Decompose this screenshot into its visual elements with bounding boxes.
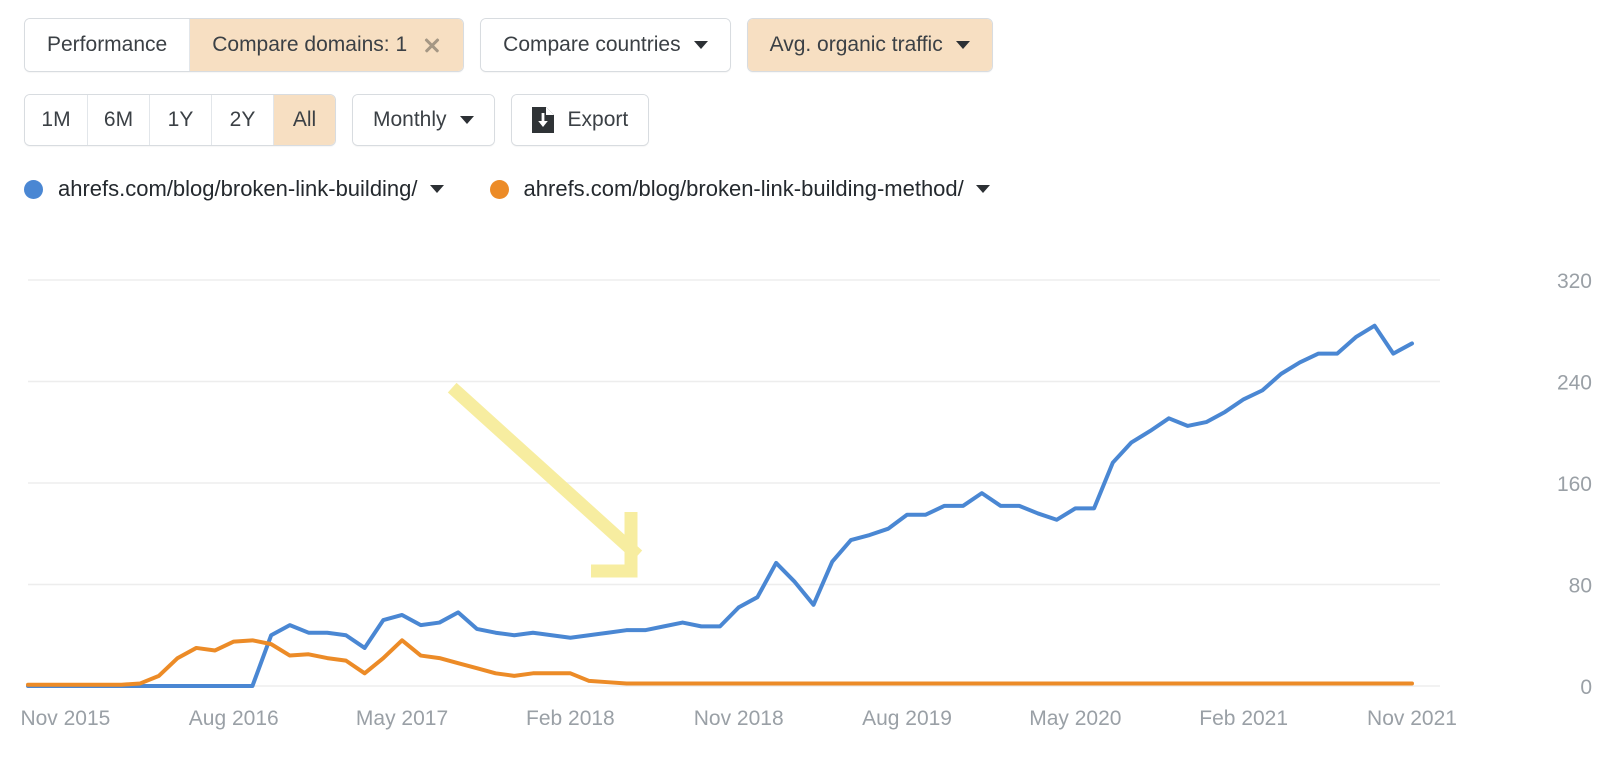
range-button-all[interactable]: All — [273, 95, 335, 145]
chart-series — [28, 326, 1412, 686]
granularity-select[interactable]: Monthly — [353, 95, 494, 145]
y-axis-tick-label: 240 — [1557, 372, 1592, 395]
x-axis-tick-label: Feb 2018 — [526, 707, 615, 730]
x-axis-tick-label: Nov 2018 — [694, 707, 784, 730]
export-button[interactable]: Export — [512, 95, 649, 145]
granularity-group: Monthly — [352, 94, 495, 146]
legend-item-orange-label: ahrefs.com/blog/broken-link-building-met… — [524, 176, 964, 202]
tab-avg-organic-traffic-label: Avg. organic traffic — [770, 33, 943, 57]
primary-tab-bar: Performance Compare domains: 1 Compare c… — [24, 18, 993, 72]
legend-item-blue[interactable]: ahrefs.com/blog/broken-link-building/ — [24, 176, 444, 202]
tab-compare-countries-label: Compare countries — [503, 33, 680, 57]
chevron-down-icon — [956, 41, 970, 49]
range-button-2y-label: 2Y — [230, 108, 256, 132]
traffic-chart: 0 80 160 240 320 Nov 2015 Aug 2016 May 2017 Feb… — [0, 240, 1600, 768]
compare-countries-group: Compare countries — [480, 18, 730, 72]
range-button-6m-label: 6M — [104, 108, 133, 132]
export-label: Export — [568, 108, 629, 132]
tab-avg-organic-traffic[interactable]: Avg. organic traffic — [748, 19, 992, 71]
chevron-down-icon[interactable] — [430, 185, 444, 193]
tab-compare-domains[interactable]: Compare domains: 1 — [189, 19, 463, 71]
tab-performance[interactable]: Performance — [25, 19, 189, 71]
y-axis-tick-label: 80 — [1569, 575, 1592, 598]
legend-item-blue-label: ahrefs.com/blog/broken-link-building/ — [58, 176, 418, 202]
x-axis-tick-label: May 2020 — [1029, 707, 1121, 730]
range-button-2y[interactable]: 2Y — [211, 95, 273, 145]
x-axis-tick-label: Aug 2019 — [862, 707, 952, 730]
x-axis-tick-label: Nov 2015 — [20, 707, 110, 730]
range-button-1y[interactable]: 1Y — [149, 95, 211, 145]
annotation-arrow-icon — [457, 392, 633, 571]
tab-group: Performance Compare domains: 1 — [24, 18, 464, 72]
legend-color-dot-blue — [24, 180, 43, 199]
y-axis-tick-label: 320 — [1557, 270, 1592, 293]
legend-color-dot-orange — [490, 180, 509, 199]
chart-gridlines — [28, 240, 1440, 686]
chevron-down-icon — [694, 41, 708, 49]
x-axis-tick-label: Feb 2021 — [1199, 707, 1288, 730]
y-axis-tick-label: 0 — [1580, 676, 1592, 699]
x-axis-tick-label: Nov 2021 — [1367, 707, 1457, 730]
chart-canvas: 0 80 160 240 320 Nov 2015 Aug 2016 May 2017 Feb… — [0, 240, 1600, 768]
secondary-toolbar: 1M 6M 1Y 2Y All Monthly — [24, 94, 649, 146]
range-button-6m[interactable]: 6M — [87, 95, 149, 145]
x-axis-tick-label: Aug 2016 — [189, 707, 279, 730]
range-button-all-label: All — [293, 108, 316, 132]
x-axis-labels: Nov 2015 Aug 2016 May 2017 Feb 2018 Nov 2018… — [20, 707, 1457, 730]
range-button-1m-label: 1M — [41, 108, 70, 132]
chart-legend: ahrefs.com/blog/broken-link-building/ ah… — [24, 176, 1036, 202]
metric-selector-group: Avg. organic traffic — [747, 18, 993, 72]
export-group: Export — [511, 94, 650, 146]
close-icon[interactable] — [423, 36, 441, 54]
tab-performance-label: Performance — [47, 33, 167, 57]
y-axis-labels: 0 80 160 240 320 — [1557, 270, 1592, 699]
tab-compare-domains-label: Compare domains: 1 — [212, 33, 407, 57]
tab-compare-countries[interactable]: Compare countries — [481, 19, 729, 71]
range-button-1y-label: 1Y — [168, 108, 194, 132]
legend-item-orange[interactable]: ahrefs.com/blog/broken-link-building-met… — [490, 176, 990, 202]
y-axis-tick-label: 160 — [1557, 473, 1592, 496]
chevron-down-icon[interactable] — [976, 185, 990, 193]
x-axis-tick-label: May 2017 — [356, 707, 448, 730]
series-line-blue — [28, 326, 1412, 686]
range-button-1m[interactable]: 1M — [25, 95, 87, 145]
file-download-icon — [532, 107, 554, 133]
date-range-group: 1M 6M 1Y 2Y All — [24, 94, 336, 146]
chevron-down-icon — [460, 116, 474, 124]
granularity-label: Monthly — [373, 108, 447, 132]
series-line-orange — [28, 640, 1412, 684]
